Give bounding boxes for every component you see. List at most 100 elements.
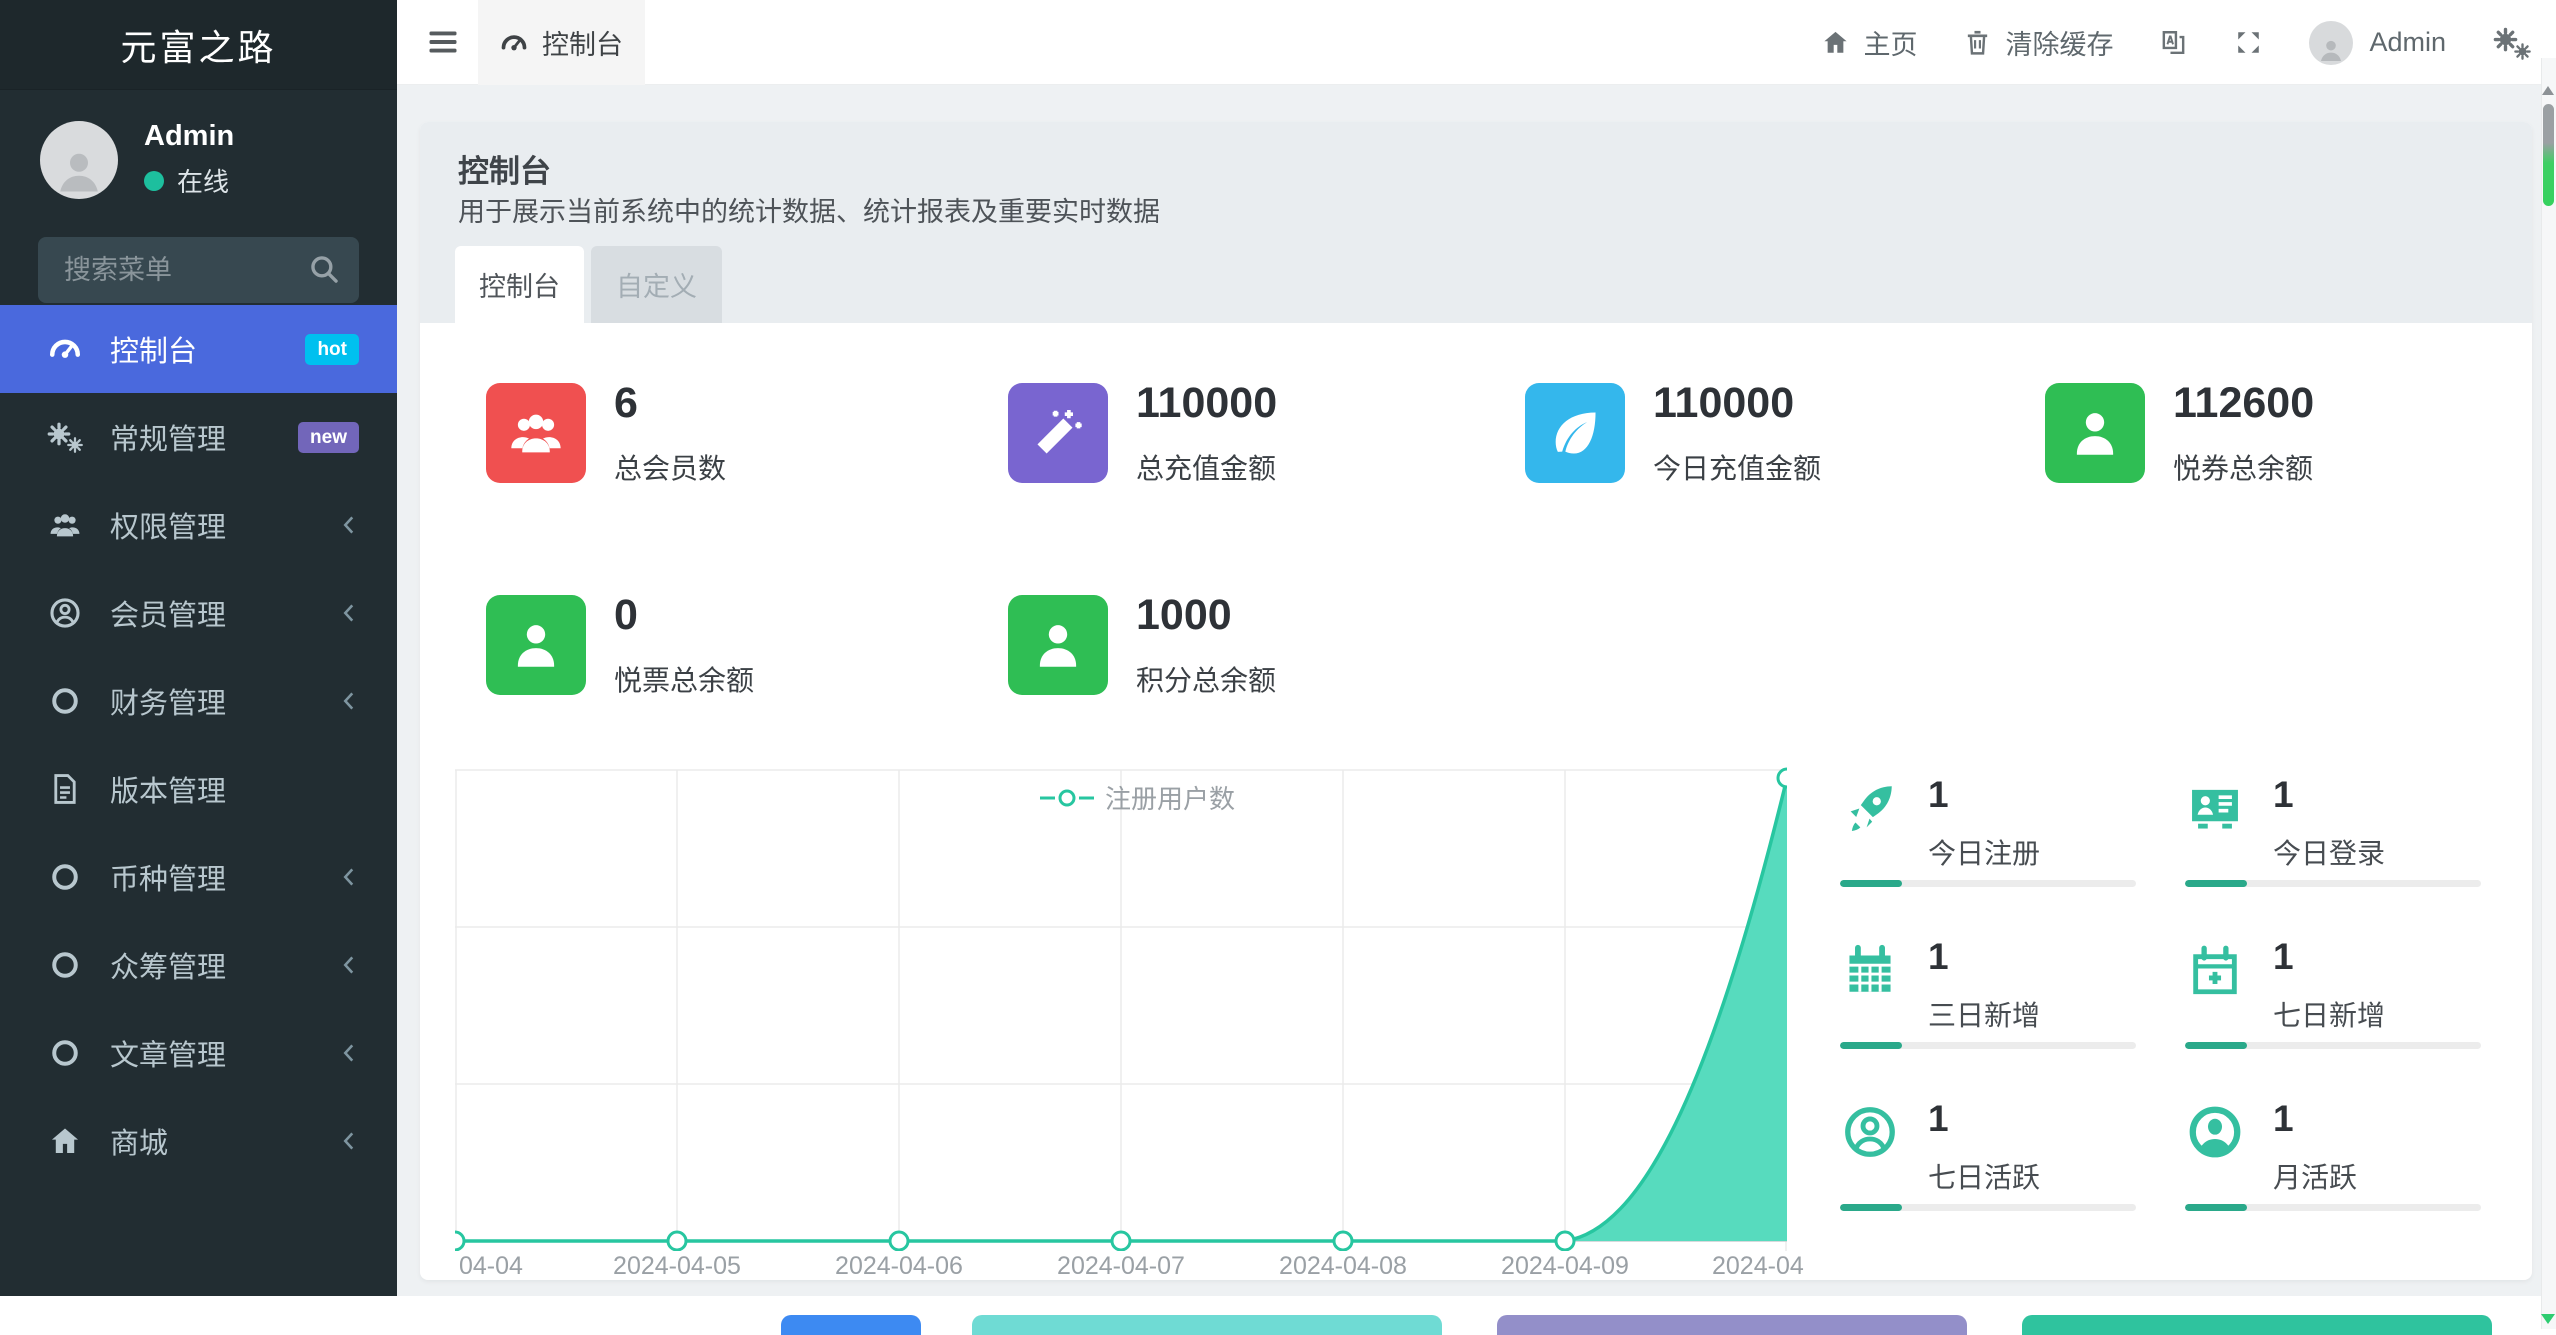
- stat-card-total-recharge: 110000 总充值金额: [1008, 379, 1468, 484]
- tab-custom[interactable]: 自定义: [591, 246, 722, 323]
- tile-label: 今日登录: [2273, 838, 2386, 869]
- user-icon: [1008, 595, 1108, 695]
- sidebar-item-label: 常规管理: [110, 424, 227, 456]
- tab-dashboard[interactable]: 控制台: [455, 246, 584, 323]
- sidebar-item-label: 文章管理: [110, 1040, 227, 1072]
- progress-bar: [2185, 1042, 2481, 1049]
- scrollbar-thumb[interactable]: [2543, 104, 2554, 206]
- x-tick-label: 2024-04: [1712, 1252, 1804, 1280]
- chevron-left-icon: [335, 599, 363, 627]
- online-dot-icon: [144, 170, 164, 191]
- user-icon: [486, 595, 586, 695]
- sidebar: 元富之路 Admin 在线 控制台 hot 常规管理 new 权限管理 会员管理: [0, 0, 397, 1296]
- stat-card-ticket-balance: 0 悦票总余额: [486, 591, 946, 696]
- calendar-icon: [1840, 940, 1900, 1000]
- sidebar-item-versions[interactable]: 版本管理: [0, 745, 397, 833]
- progress-bar: [2185, 880, 2481, 887]
- scrollbar-track[interactable]: [2541, 58, 2556, 1329]
- tile-three-day-new: 1 三日新增: [1840, 936, 2136, 1052]
- circle-icon: [46, 858, 84, 896]
- leaf-icon: [1525, 383, 1625, 483]
- calendar-plus-icon: [2185, 940, 2245, 1000]
- tile-label: 三日新增: [1928, 1000, 2041, 1031]
- registered-users-chart: 注册用户数: [455, 765, 1787, 1251]
- tile-today-registered: 1 今日注册: [1840, 774, 2136, 890]
- user-circle-icon: [46, 594, 84, 632]
- sidebar-toggle-button[interactable]: [423, 23, 463, 63]
- avatar: [40, 120, 118, 199]
- stat-value: 110000: [1136, 379, 1278, 427]
- sidebar-menu: 控制台 hot 常规管理 new 权限管理 会员管理 财务管理 版本管理 币种管…: [0, 305, 397, 1185]
- fullscreen-button[interactable]: [2234, 28, 2263, 57]
- gears-icon: [2492, 24, 2532, 62]
- clear-cache-button[interactable]: 清除缓存: [1963, 23, 2113, 62]
- stat-card-coupon-balance: 112600 悦券总余额: [2045, 379, 2505, 484]
- sidebar-item-label: 控制台: [110, 336, 198, 368]
- scroll-down-arrow-icon[interactable]: [2541, 1314, 2555, 1324]
- sidebar-item-label: 众筹管理: [110, 952, 227, 984]
- user-circle-icon: [2185, 1102, 2245, 1162]
- circle-icon: [46, 682, 84, 720]
- chevron-left-icon: [335, 863, 363, 891]
- gauge-icon: [500, 29, 528, 57]
- progress-bar: [2185, 1204, 2481, 1211]
- tile-today-login: 1 今日登录: [2185, 774, 2481, 890]
- sidebar-item-mall[interactable]: 商城: [0, 1097, 397, 1185]
- stat-label: 总会员数: [614, 453, 727, 484]
- home-button[interactable]: 主页: [1821, 23, 1917, 62]
- user-menu[interactable]: Admin: [2309, 20, 2446, 65]
- sidebar-item-general[interactable]: 常规管理 new: [0, 393, 397, 481]
- chart-legend[interactable]: 注册用户数: [1040, 779, 1235, 816]
- legend-label: 注册用户数: [1105, 784, 1236, 814]
- search-button[interactable]: [305, 251, 343, 289]
- sidebar-item-articles[interactable]: 文章管理: [0, 1009, 397, 1097]
- sidebar-item-permissions[interactable]: 权限管理: [0, 481, 397, 569]
- progress-fill: [1840, 1042, 1903, 1049]
- progress-fill: [2185, 1042, 2248, 1049]
- tile-value: 1: [2273, 1098, 2294, 1139]
- tile-label: 七日新增: [2273, 1000, 2386, 1031]
- avatar: [2309, 20, 2354, 65]
- file-icon: [46, 770, 84, 808]
- x-tick-label: 04-04: [459, 1252, 523, 1280]
- partial-card-top: [2022, 1315, 2492, 1335]
- sidebar-item-label: 财务管理: [110, 688, 227, 720]
- stat-label: 今日充值金额: [1653, 453, 1822, 484]
- sidebar-search: [38, 237, 359, 303]
- sidebar-item-members[interactable]: 会员管理: [0, 569, 397, 657]
- hamburger-icon: [425, 24, 461, 60]
- tile-value: 1: [1928, 936, 1949, 977]
- stat-value: 1000: [1136, 591, 1232, 639]
- x-tick-label: 2024-04-08: [1279, 1252, 1407, 1280]
- stat-label: 总充值金额: [1136, 453, 1277, 484]
- topbar-tab-label: 控制台: [542, 30, 623, 60]
- stat-card-today-recharge: 110000 今日充值金额: [1525, 379, 1985, 484]
- topbar-actions: 主页 清除缓存 Admin: [1821, 0, 2532, 85]
- sidebar-item-currency[interactable]: 币种管理: [0, 833, 397, 921]
- scrollbar-up-arrow-icon[interactable]: [2542, 86, 2554, 95]
- sidebar-item-crowdfunding[interactable]: 众筹管理: [0, 921, 397, 1009]
- sidebar-item-finance[interactable]: 财务管理: [0, 657, 397, 745]
- user-circle-outline-icon: [1840, 1102, 1900, 1162]
- stat-label: 悦券总余额: [2173, 453, 2314, 484]
- new-badge: new: [298, 421, 359, 453]
- stat-value: 0: [614, 591, 638, 639]
- partial-card-top: [972, 1315, 1442, 1335]
- topbar-tab-dashboard[interactable]: 控制台: [478, 0, 645, 85]
- gauge-icon: [46, 330, 84, 368]
- tile-value: 1: [1928, 774, 1949, 815]
- sidebar-item-dashboard[interactable]: 控制台 hot: [0, 305, 397, 393]
- users-group-icon: [486, 383, 586, 483]
- home-icon: [46, 1122, 84, 1160]
- id-card-icon: [2185, 778, 2245, 838]
- progress-bar: [1840, 880, 2136, 887]
- x-tick-label: 2024-04-07: [1057, 1252, 1185, 1280]
- language-button[interactable]: [2159, 28, 2188, 57]
- search-icon: [307, 252, 341, 286]
- area-chart-plot: [455, 767, 1787, 1251]
- chevron-left-icon: [335, 1127, 363, 1155]
- tile-label: 七日活跃: [1928, 1162, 2041, 1193]
- chevron-left-icon: [335, 511, 363, 539]
- clear-cache-label: 清除缓存: [2005, 30, 2114, 60]
- settings-button[interactable]: [2492, 24, 2532, 62]
